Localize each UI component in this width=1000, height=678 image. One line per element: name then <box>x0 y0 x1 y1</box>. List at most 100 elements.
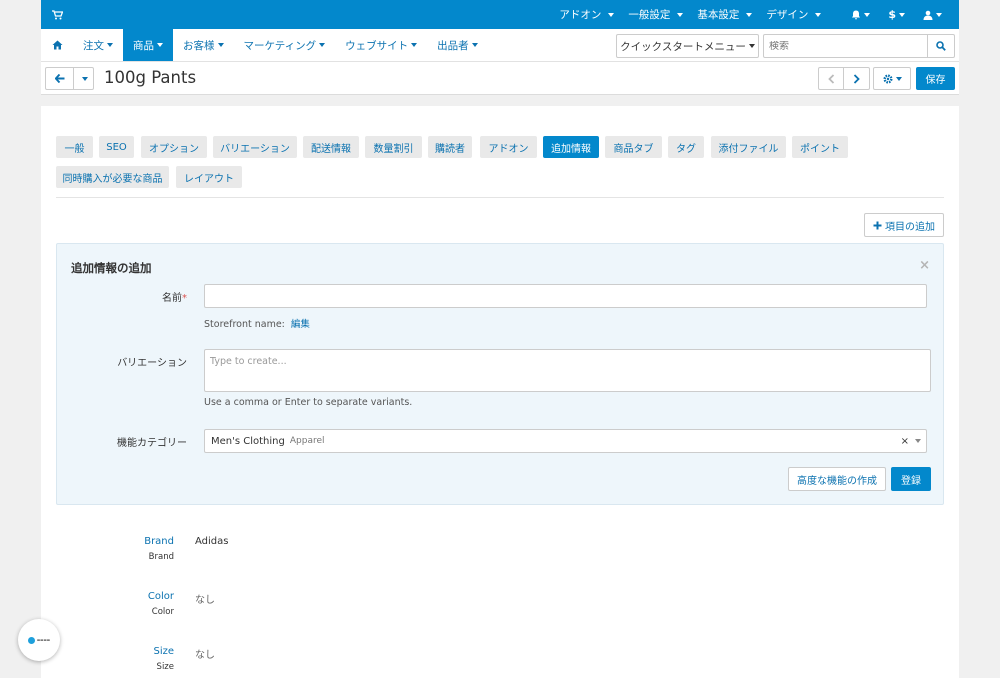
storefront-name-label: Storefront name: <box>204 319 285 330</box>
feature-value-color[interactable]: なし <box>195 591 215 606</box>
tab-product-tabs[interactable]: 商品タブ <box>605 136 662 158</box>
chevron-down-icon <box>217 43 224 47</box>
bell-icon <box>852 10 861 19</box>
tab-required-products[interactable]: 同時購入が必要な商品 <box>56 166 169 188</box>
title-bar: 100g Pants 保存 <box>41 62 959 95</box>
nav-item-marketing[interactable]: マーケティング <box>234 29 336 61</box>
chevron-down-icon <box>864 12 871 17</box>
tabs-divider <box>56 197 944 198</box>
feature-category-label: 機能カテゴリー <box>117 438 187 449</box>
nav-item-vendors[interactable]: 出品者 <box>427 29 488 61</box>
user-icon <box>923 10 933 20</box>
currency-button[interactable]: $ <box>879 0 914 29</box>
topbar-menu-label: 一般設定 <box>628 9 671 21</box>
nav-item-products[interactable]: 商品 <box>123 29 173 61</box>
chevron-down-icon <box>936 12 942 17</box>
variation-hint: Use a comma or Enter to separate variant… <box>204 397 413 408</box>
tab-subscribers[interactable]: 購読者 <box>428 136 472 158</box>
chevron-down-icon <box>677 12 684 17</box>
demo-logo-icon <box>27 636 35 644</box>
quick-start-menu-button[interactable]: クイックスタートメニュー <box>616 34 759 58</box>
feature-name-brand[interactable]: Brand <box>41 536 174 547</box>
tab-layout[interactable]: レイアウト <box>176 166 242 188</box>
search-button[interactable] <box>927 35 954 57</box>
gear-icon <box>883 74 892 83</box>
tab-general[interactable]: 一般 <box>56 136 93 158</box>
demo-store-badge[interactable]: ▬▬▬▬ <box>18 619 60 661</box>
feature-value-brand[interactable]: Adidas <box>195 536 228 547</box>
tab-seo[interactable]: SEO <box>99 136 134 158</box>
back-dropdown-button[interactable] <box>74 68 93 89</box>
nav-item-label: 出品者 <box>437 39 469 52</box>
nav-item-customers[interactable]: お客様 <box>173 29 234 61</box>
variation-label: バリエーション <box>117 358 187 369</box>
variation-field[interactable]: Type to create... <box>204 349 931 392</box>
nav-item-orders[interactable]: 注文 <box>73 29 123 61</box>
next-product-button[interactable] <box>844 68 869 89</box>
chevron-down-icon <box>748 44 755 48</box>
name-label-text: 名前 <box>162 293 182 304</box>
add-feature-panel: 追加情報の追加 × 名前* Storefront name: 編集 バリエーション… <box>56 243 944 505</box>
chevron-down-icon <box>899 12 905 17</box>
quick-start-menu-label: クイックスタートメニュー <box>620 40 746 53</box>
chevron-down-icon <box>411 43 418 47</box>
tab-attachments[interactable]: 添付ファイル <box>711 136 786 158</box>
topbar-menu-design[interactable]: デザイン <box>759 0 828 29</box>
save-button[interactable]: 保存 <box>916 67 955 90</box>
nav-item-label: 注文 <box>83 39 104 52</box>
currency-symbol: $ <box>888 8 896 21</box>
product-pager <box>818 67 870 90</box>
close-icon[interactable]: × <box>919 258 930 273</box>
name-field-wrapper <box>204 284 927 308</box>
chevron-down-icon <box>107 43 113 47</box>
category-value: Men's Clothing <box>211 435 285 447</box>
topbar-menu-label: アドオン <box>559 9 602 21</box>
tab-shipping[interactable]: 配送情報 <box>303 136 359 158</box>
nav-item-label: お客様 <box>183 39 215 52</box>
clear-selection-icon[interactable]: × <box>901 436 909 447</box>
topbar-menu-label: デザイン <box>766 9 809 21</box>
variation-placeholder: Type to create... <box>210 356 287 367</box>
feature-sub-size: Size <box>156 662 174 672</box>
category-group: Apparel <box>289 436 325 446</box>
chevron-down-icon <box>157 43 163 47</box>
name-field[interactable] <box>205 285 926 307</box>
tab-quantity-discounts[interactable]: 数量割引 <box>365 136 422 158</box>
previous-product-button[interactable] <box>819 68 844 89</box>
tab-addons[interactable]: アドオン <box>480 136 537 158</box>
chevron-down-icon <box>815 12 822 17</box>
tab-variations[interactable]: バリエーション <box>213 136 297 158</box>
topbar-menu-addons[interactable]: アドオン <box>552 0 621 29</box>
user-menu-button[interactable] <box>914 0 951 29</box>
name-label: 名前* <box>57 289 187 304</box>
create-advanced-feature-button[interactable]: 高度な機能の作成 <box>788 467 886 491</box>
nav-item-website[interactable]: ウェブサイト <box>335 29 427 61</box>
cart-icon[interactable] <box>52 9 66 20</box>
topbar-menu-basic-settings[interactable]: 基本設定 <box>690 0 759 29</box>
search-input[interactable] <box>764 40 927 52</box>
tab-options[interactable]: オプション <box>141 136 207 158</box>
nav-item-label: マーケティング <box>243 39 317 52</box>
search-icon <box>936 41 946 51</box>
notifications-button[interactable] <box>842 0 879 29</box>
feature-name-color[interactable]: Color <box>41 591 174 602</box>
feature-name-size[interactable]: Size <box>41 646 174 657</box>
tab-reward-points[interactable]: ポイント <box>792 136 848 158</box>
add-item-button[interactable]: 項目の追加 <box>864 213 944 237</box>
tab-tags[interactable]: タグ <box>668 136 704 158</box>
back-button[interactable] <box>46 68 74 89</box>
content-card: 一般 SEO オプション バリエーション 配送情報 数量割引 購読者 アドオン … <box>41 106 959 678</box>
feature-value-size[interactable]: なし <box>195 646 215 661</box>
tab-features[interactable]: 追加情報 <box>543 136 599 158</box>
arrow-left-icon <box>54 74 64 83</box>
feature-category-select[interactable]: Men's Clothing Apparel × <box>204 429 927 453</box>
topbar-menu-general-settings[interactable]: 一般設定 <box>621 0 690 29</box>
storefront-name-hint: Storefront name: 編集 <box>204 316 310 330</box>
settings-dropdown-button[interactable] <box>873 67 911 90</box>
search-box <box>763 34 955 58</box>
home-button[interactable] <box>41 29 73 61</box>
register-button[interactable]: 登録 <box>891 467 931 491</box>
home-icon <box>52 40 62 50</box>
chevron-left-icon <box>827 73 834 84</box>
storefront-edit-link[interactable]: 編集 <box>291 319 310 330</box>
